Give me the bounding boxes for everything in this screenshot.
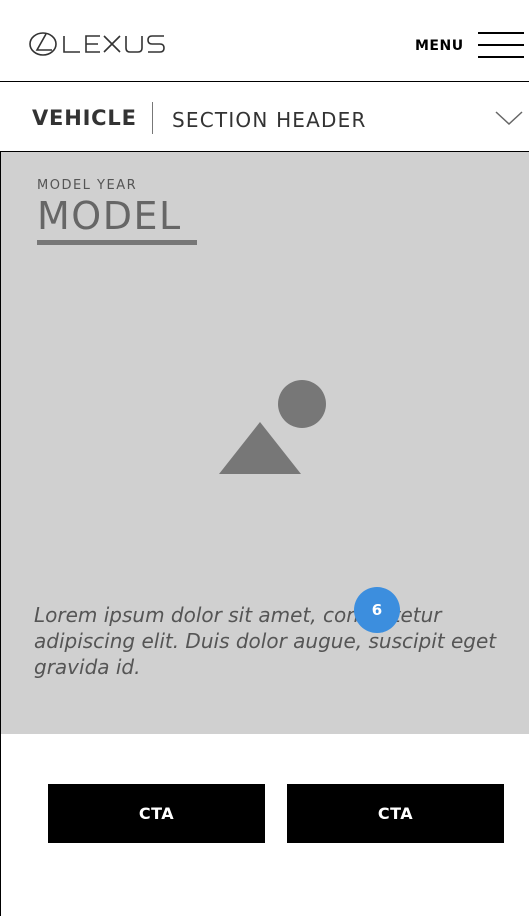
chevron-down-icon[interactable] bbox=[494, 110, 524, 126]
section-title: SECTION HEADER bbox=[172, 108, 367, 132]
top-nav-bar: MENU bbox=[0, 0, 529, 82]
hero-body-text: Lorem ipsum dolor sit amet, consectetur … bbox=[34, 603, 497, 679]
image-placeholder-icon bbox=[219, 380, 326, 474]
section-header-bar[interactable]: VEHICLE SECTION HEADER bbox=[0, 82, 529, 152]
vehicle-label: VEHICLE bbox=[32, 106, 137, 130]
lexus-logo[interactable] bbox=[28, 28, 188, 60]
model-underline bbox=[37, 240, 197, 245]
hamburger-menu-icon[interactable] bbox=[478, 32, 524, 58]
model-year: MODEL YEAR bbox=[37, 178, 138, 193]
model-name: MODEL bbox=[37, 194, 182, 238]
menu-label[interactable]: MENU bbox=[415, 38, 464, 54]
hero-panel: MODEL YEAR MODEL Lorem ipsum dolor sit a… bbox=[1, 152, 529, 734]
cta-button-secondary[interactable]: CTA bbox=[287, 784, 504, 843]
header-divider bbox=[152, 102, 153, 134]
annotation-badge: 6 bbox=[354, 587, 400, 633]
cta-button-primary[interactable]: CTA bbox=[48, 784, 265, 843]
